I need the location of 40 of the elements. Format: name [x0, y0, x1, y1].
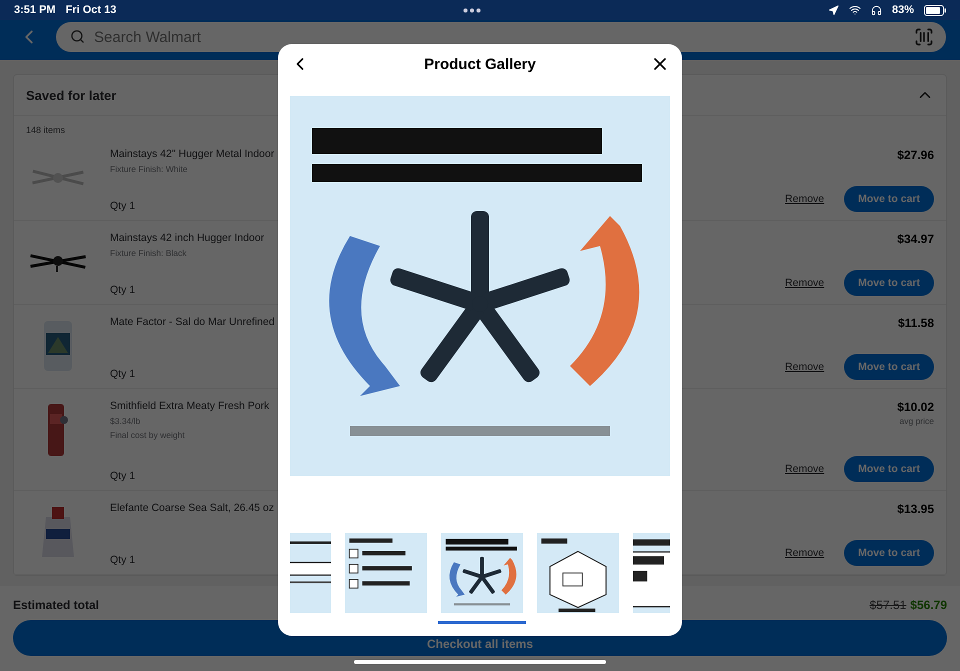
- price: $10.02: [897, 400, 934, 414]
- battery-percent: 83%: [892, 4, 914, 16]
- price: $11.58: [898, 316, 934, 330]
- price: $34.97: [897, 232, 934, 246]
- more-icon[interactable]: [463, 8, 482, 12]
- move-to-cart-button[interactable]: Move to cart: [844, 540, 934, 566]
- headphones-icon: [870, 4, 882, 16]
- dialog-title: Product Gallery: [423, 56, 537, 72]
- remove-link[interactable]: Remove: [785, 277, 824, 289]
- location-icon: [828, 4, 839, 16]
- quantity: Qty 1: [110, 368, 136, 380]
- remove-link[interactable]: Remove: [785, 193, 824, 205]
- search-icon: [70, 29, 85, 44]
- move-to-cart-button[interactable]: Move to cart: [844, 456, 934, 482]
- total-price: $56.79: [910, 598, 947, 612]
- remove-link[interactable]: Remove: [785, 547, 824, 559]
- price: $27.96: [897, 148, 934, 162]
- original-total: $57.51: [870, 598, 906, 612]
- item-count: 148 items: [25, 124, 66, 137]
- move-to-cart-button[interactable]: Move to cart: [844, 270, 934, 296]
- battery-icon: [924, 4, 946, 16]
- product-detail: Final cost by weight: [110, 430, 186, 440]
- product-detail: Fixture Finish: White: [110, 164, 188, 174]
- price: $13.95: [897, 502, 934, 516]
- remove-link[interactable]: Remove: [785, 463, 824, 475]
- product-detail: Fixture Finish: Black: [110, 248, 188, 258]
- quantity: Qty 1: [110, 470, 136, 482]
- move-to-cart-button[interactable]: Move to cart: [844, 354, 934, 380]
- product-detail: $3.34/lb: [110, 416, 142, 426]
- remove-link[interactable]: Remove: [785, 361, 824, 373]
- quantity: Qty 1: [110, 284, 136, 296]
- status-date: Fri Oct 13: [66, 4, 116, 16]
- section-title: Saved for later: [26, 88, 118, 102]
- barcode-scanner-icon[interactable]: [914, 27, 934, 47]
- total-label: Estimated total: [13, 598, 100, 612]
- status-time: 3:51 PM: [14, 4, 56, 16]
- quantity: Qty 1: [110, 200, 136, 212]
- quantity: Qty 1: [110, 554, 136, 566]
- price-note: avg price: [900, 416, 934, 426]
- move-to-cart-button[interactable]: Move to cart: [844, 186, 934, 212]
